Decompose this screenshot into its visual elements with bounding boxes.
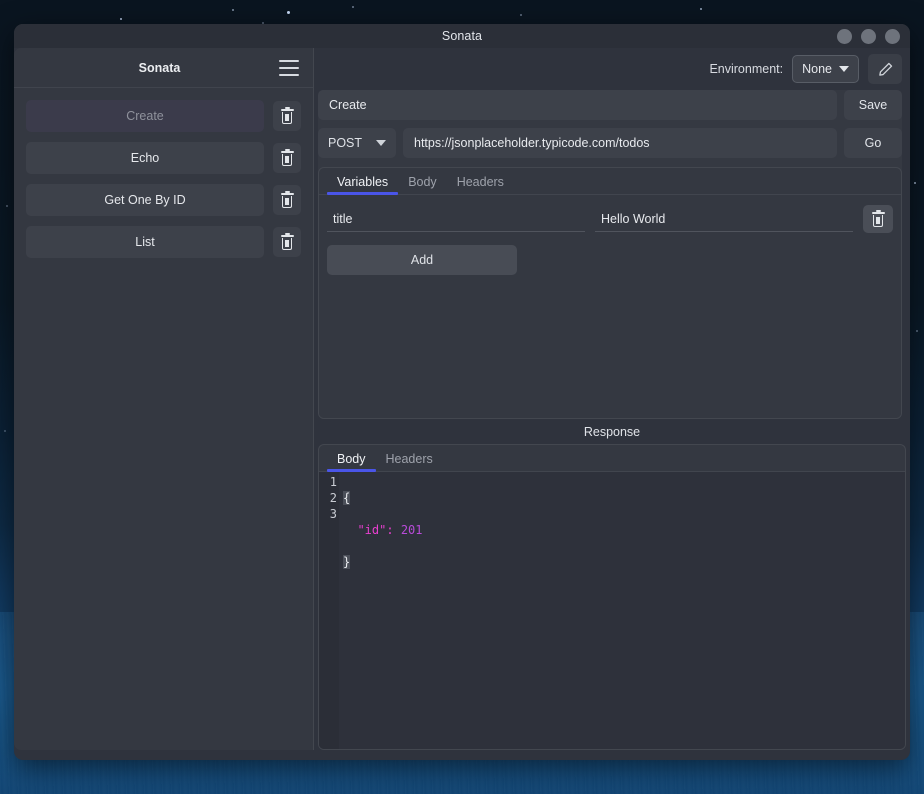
trash-icon [280, 190, 294, 208]
json-close-brace: } [343, 555, 351, 569]
request-url-row: POST Go [318, 128, 902, 167]
tab-response-body[interactable]: Body [327, 452, 376, 472]
environment-selected-value: None [802, 62, 832, 76]
request-editor: Save POST Go Variables Body Headers [318, 90, 902, 419]
request-list: Create Echo Get One By ID List [14, 88, 313, 750]
response-code: { "id": 201 } [339, 472, 905, 749]
delete-request-button-list[interactable] [273, 227, 301, 257]
minimize-button[interactable] [837, 28, 852, 44]
sidebar-item-get-one-by-id[interactable]: Get One By ID [26, 184, 264, 216]
trash-icon [280, 232, 294, 250]
environment-bar: Environment: None [318, 48, 906, 90]
tab-body[interactable]: Body [398, 175, 447, 194]
tab-headers[interactable]: Headers [447, 175, 514, 194]
window-title: Sonata [441, 29, 483, 43]
sidebar-brand: Sonata [138, 60, 181, 75]
delete-request-button-get-one-by-id[interactable] [273, 185, 301, 215]
chevron-down-icon [839, 66, 849, 72]
variable-key-input[interactable] [327, 206, 585, 232]
environment-select[interactable]: None [792, 55, 859, 83]
request-name-input[interactable] [318, 90, 837, 120]
line-number: 1 [329, 475, 337, 489]
code-line: { [343, 490, 905, 506]
response-body-viewer[interactable]: 1 2 3 { "id": 201 } [319, 472, 905, 749]
main-pane: Environment: None Save [314, 48, 910, 750]
response-title: Response [583, 425, 641, 439]
code-line: } [343, 554, 905, 570]
window-controls [837, 24, 900, 48]
code-line: "id": 201 [343, 522, 905, 538]
json-colon: : [386, 523, 394, 537]
delete-request-button-echo[interactable] [273, 143, 301, 173]
list-item: Create [26, 100, 301, 132]
sidebar-item-create[interactable]: Create [26, 100, 264, 132]
maximize-button[interactable] [861, 28, 876, 44]
list-item: Echo [26, 142, 301, 174]
request-tabs-panel: Variables Body Headers title Hello World… [318, 167, 902, 419]
line-number: 3 [329, 507, 337, 521]
request-name-row: Save [318, 90, 902, 128]
json-space [394, 523, 401, 537]
edit-environment-button[interactable] [868, 54, 902, 84]
method-select[interactable]: POST [318, 128, 396, 158]
request-tabs: Variables Body Headers [319, 168, 901, 195]
list-item: List [26, 226, 301, 258]
line-number-gutter: 1 2 3 [319, 472, 339, 749]
add-variable-button[interactable]: Add [327, 245, 517, 275]
trash-icon [280, 148, 294, 166]
close-button[interactable] [885, 28, 900, 44]
pencil-icon [878, 62, 892, 76]
method-selected-value: POST [328, 136, 363, 150]
save-button[interactable]: Save [844, 90, 902, 120]
response-panel: Body Headers 1 2 3 { "id": 201 } [318, 444, 906, 750]
sidebar-item-echo[interactable]: Echo [26, 142, 264, 174]
list-item: Get One By ID [26, 184, 301, 216]
title-bar: Sonata [14, 24, 910, 48]
variable-row [327, 205, 893, 239]
app-window: Sonata Sonata Create Echo Get One By ID … [14, 24, 910, 760]
sidebar-header: Sonata [14, 48, 313, 88]
tab-variables[interactable]: Variables [327, 175, 399, 195]
delete-request-button-create[interactable] [273, 101, 301, 131]
json-key: "id" [357, 523, 387, 537]
window-body: Sonata Create Echo Get One By ID List En… [14, 48, 910, 760]
response-tabs: Body Headers [319, 445, 905, 472]
sidebar: Sonata Create Echo Get One By ID List [14, 48, 314, 750]
hamburger-icon[interactable] [279, 59, 299, 76]
sidebar-item-list[interactable]: List [26, 226, 264, 258]
line-number: 2 [329, 491, 337, 505]
variables-area: Add [319, 195, 901, 418]
tab-response-headers[interactable]: Headers [376, 452, 443, 471]
delete-variable-button[interactable] [863, 205, 893, 233]
url-input[interactable] [403, 128, 837, 158]
trash-icon [280, 106, 294, 124]
add-variable-row: Add [327, 239, 893, 275]
chevron-down-icon [376, 140, 386, 146]
environment-label: Environment: [709, 62, 784, 76]
variable-value-input[interactable] [595, 206, 853, 232]
trash-icon [871, 209, 885, 227]
go-button[interactable]: Go [844, 128, 902, 158]
json-open-brace: { [343, 491, 351, 505]
json-number: 201 [400, 523, 423, 537]
